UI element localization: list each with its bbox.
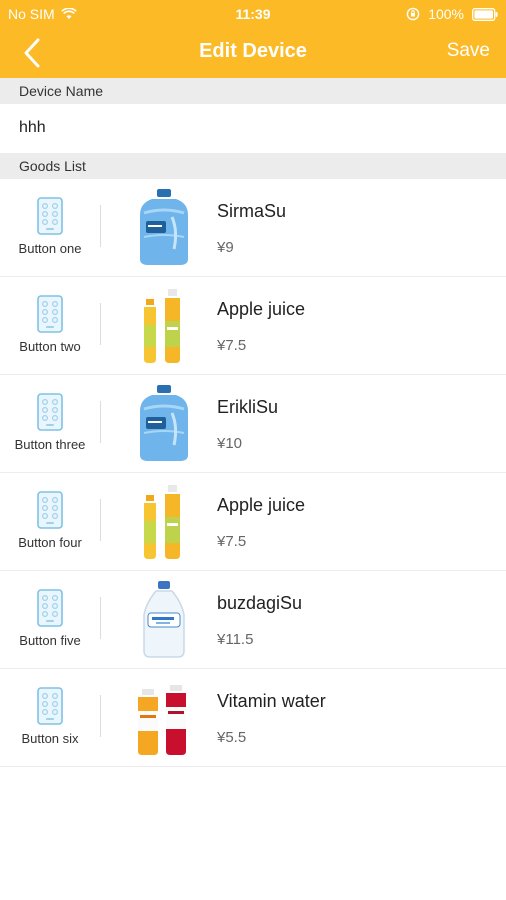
device-name-section-header: Device Name — [0, 78, 506, 104]
button-panel-icon — [37, 491, 63, 529]
product-price: ¥9 — [217, 239, 234, 256]
button-slot[interactable]: Button two — [0, 277, 100, 374]
goods-list-label: Goods List — [19, 158, 86, 174]
button-slot[interactable]: Button five — [0, 571, 100, 668]
product-name: buzdagiSu — [217, 593, 303, 613]
button-panel-icon — [37, 393, 63, 431]
device-name-label: Device Name — [19, 83, 104, 99]
product-name: Vitamin water — [217, 691, 326, 711]
product-name: ErikliSu — [217, 397, 279, 417]
goods-list-item[interactable]: Button one SirmaSu ¥9 — [0, 179, 506, 277]
button-slot[interactable]: Button six — [0, 669, 100, 766]
product-image — [130, 677, 198, 757]
goods-list-item[interactable]: Button two Apple juice ¥7.5 — [0, 277, 506, 375]
divider — [100, 401, 101, 443]
button-panel-icon — [37, 589, 63, 627]
product-name: Apple juice — [217, 495, 306, 515]
status-right: 100% — [406, 6, 498, 22]
button-panel-icon — [37, 197, 63, 235]
status-bar: No SIM 11:39 100% — [0, 0, 506, 28]
goods-list-section-header: Goods List — [0, 153, 506, 179]
device-name-value[interactable]: hhh — [19, 119, 46, 137]
button-slot[interactable]: Button three — [0, 375, 100, 472]
device-name-field[interactable]: hhh — [0, 104, 506, 153]
button-label: Button three — [14, 437, 86, 452]
divider — [100, 597, 101, 639]
product-price: ¥7.5 — [217, 533, 247, 550]
button-panel-icon — [37, 687, 63, 725]
button-label: Button four — [18, 535, 82, 550]
product-name: Apple juice — [217, 299, 306, 319]
goods-list-item[interactable]: Button five buzdagiSu ¥11.5 — [0, 571, 506, 669]
divider — [100, 695, 101, 737]
battery-percent: 100% — [428, 6, 464, 22]
goods-list-item[interactable]: Button three ErikliSu ¥10 — [0, 375, 506, 473]
save-button[interactable]: Save — [447, 40, 490, 62]
product-price: ¥5.5 — [217, 729, 247, 746]
goods-list-item[interactable]: Button six Vitamin water ¥5.5 — [0, 669, 506, 767]
top-bar: No SIM 11:39 100% Edit Device Save — [0, 0, 506, 78]
product-image — [130, 383, 198, 463]
product-image — [130, 285, 198, 365]
product-price: ¥11.5 — [217, 631, 254, 648]
product-price: ¥7.5 — [217, 337, 247, 354]
button-label: Button six — [21, 731, 79, 746]
button-slot[interactable]: Button one — [0, 179, 100, 276]
product-price: ¥10 — [217, 435, 243, 452]
rotation-lock-icon — [406, 7, 420, 21]
page-title: Edit Device — [199, 40, 307, 62]
battery-icon — [472, 7, 498, 21]
product-name: SirmaSu — [217, 201, 287, 221]
product-image — [130, 579, 198, 659]
button-label: Button one — [18, 241, 82, 256]
nav-bar: Edit Device Save — [0, 28, 506, 78]
product-image — [130, 187, 198, 267]
divider — [100, 205, 101, 247]
divider — [100, 303, 101, 345]
product-image — [130, 481, 198, 561]
button-label: Button five — [19, 633, 81, 648]
button-label: Button two — [19, 339, 81, 354]
button-slot[interactable]: Button four — [0, 473, 100, 570]
button-panel-icon — [37, 295, 63, 333]
divider — [100, 499, 101, 541]
goods-list-item[interactable]: Button four Apple juice ¥7.5 — [0, 473, 506, 571]
